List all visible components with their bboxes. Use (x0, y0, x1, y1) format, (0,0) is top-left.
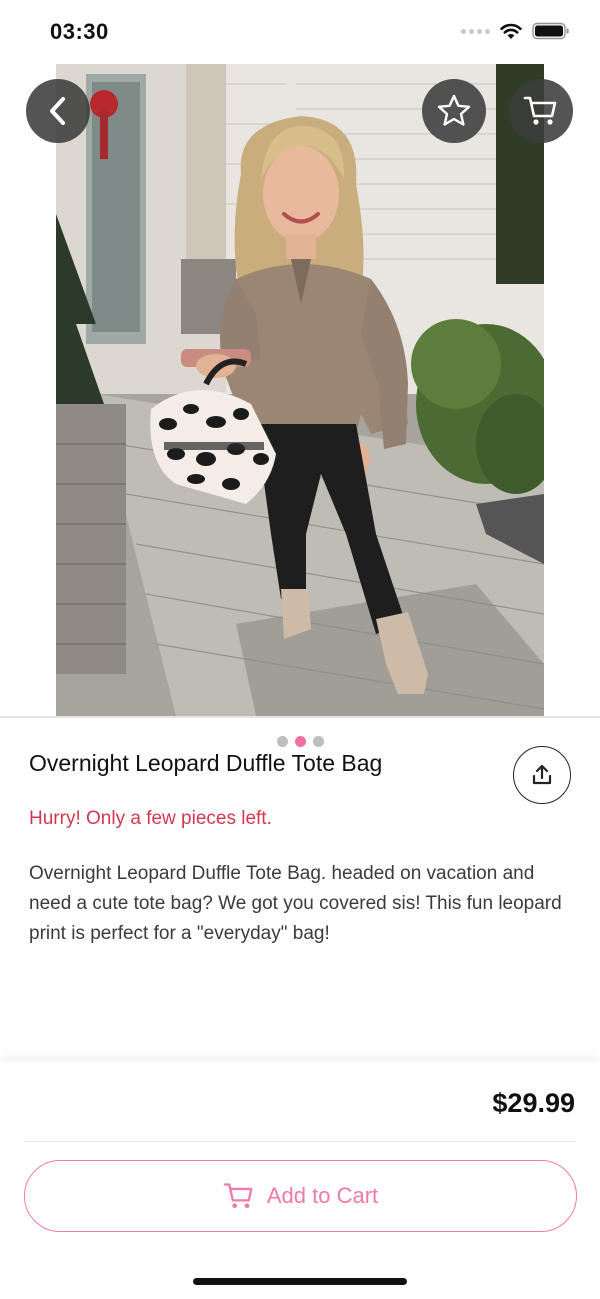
chevron-left-icon (50, 97, 65, 125)
cart-icon (223, 1183, 253, 1208)
image-divider (0, 716, 600, 718)
price-divider (24, 1141, 576, 1142)
back-button[interactable] (26, 79, 90, 143)
page-dot[interactable] (312, 735, 324, 747)
page-dot[interactable] (276, 735, 288, 747)
product-price: $29.99 (492, 1088, 575, 1118)
favorite-button[interactable] (422, 79, 486, 143)
status-bar: 03:30 (0, 0, 600, 64)
product-image-carousel[interactable] (0, 64, 600, 757)
battery-icon (532, 22, 569, 40)
product-photo (56, 64, 544, 716)
page-dot-active[interactable] (294, 735, 306, 747)
cart-icon (523, 96, 557, 125)
add-to-cart-label: Add to Cart (266, 1183, 379, 1208)
share-icon (532, 764, 552, 785)
star-icon (437, 94, 471, 126)
home-indicator[interactable] (193, 1278, 407, 1285)
product-description: Overnight Leopard Duffle Tote Bag. heade… (29, 863, 562, 944)
wifi-icon (500, 23, 522, 39)
add-to-cart-button[interactable]: Add to Cart (24, 1160, 577, 1232)
cellular-signal-icon (461, 28, 490, 34)
product-title: Overnight Leopard Duffle Tote Bag (29, 750, 383, 776)
share-button[interactable] (513, 746, 571, 804)
status-time: 03:30 (50, 19, 109, 44)
status-indicators (461, 22, 570, 40)
cart-button[interactable] (509, 79, 573, 143)
stock-notice: Hurry! Only a few pieces left. (29, 808, 272, 829)
